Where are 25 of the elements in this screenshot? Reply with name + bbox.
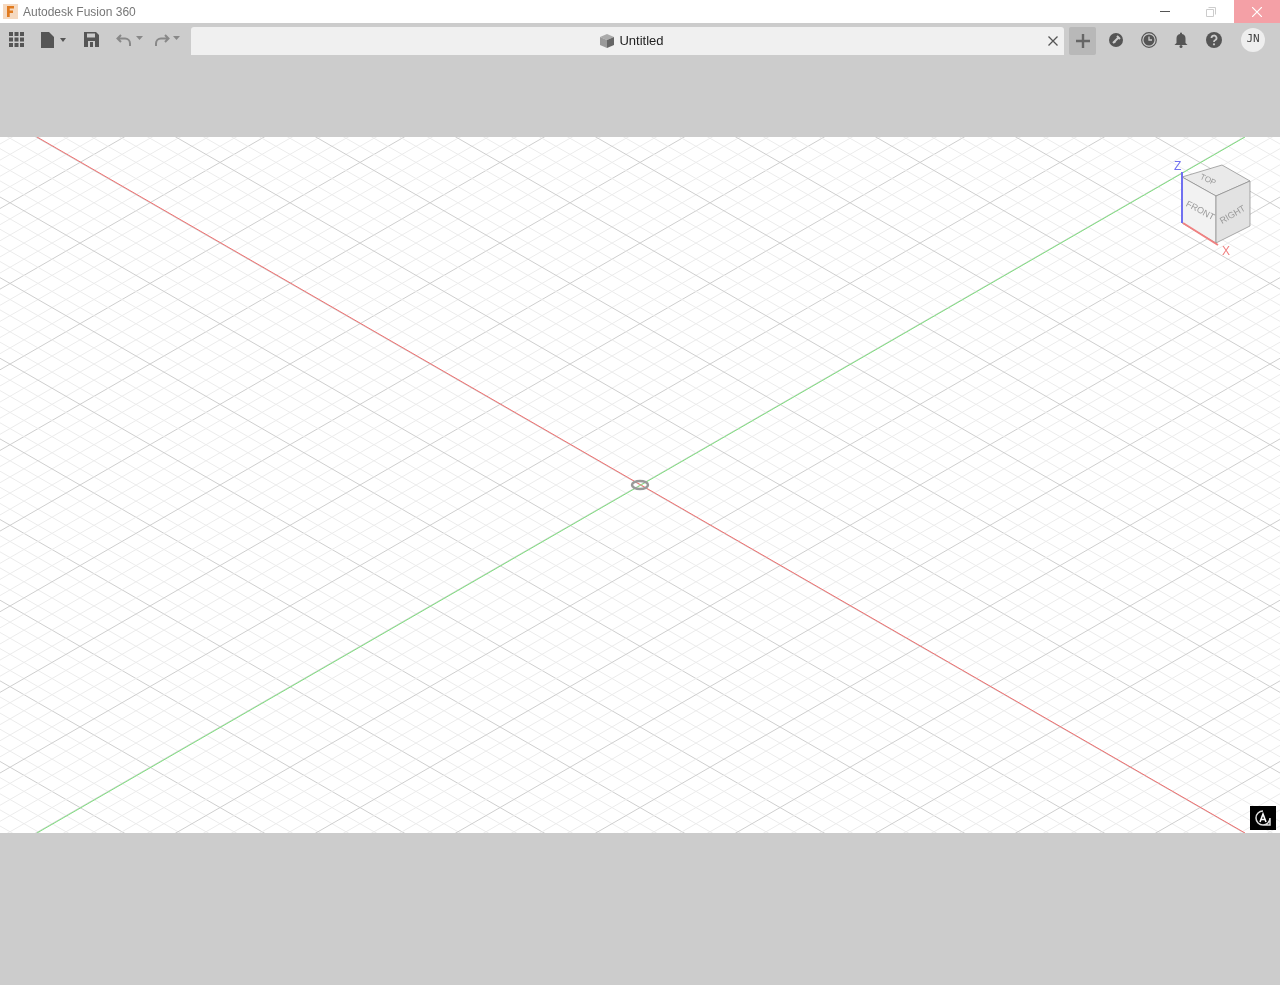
app-logo-icon (3, 4, 18, 19)
close-tab-icon[interactable] (1048, 36, 1058, 46)
history-icon[interactable] (1141, 31, 1157, 48)
restore-icon (1206, 6, 1216, 17)
tab-title: Untitled (619, 32, 664, 51)
app-grid-icon[interactable] (9, 32, 24, 47)
view-cube[interactable] (1181, 164, 1251, 244)
z-axis-line (1181, 171, 1183, 224)
help-icon[interactable] (1206, 31, 1222, 48)
cube-face-label: TOP (1198, 172, 1218, 188)
new-tab-button[interactable] (1069, 27, 1096, 55)
origin-icon (630, 479, 650, 491)
file-icon[interactable] (41, 31, 69, 48)
document-tab[interactable]: Untitled (191, 27, 1064, 55)
window-title: Autodesk Fusion 360 (23, 3, 136, 21)
minimize-icon (1160, 10, 1170, 13)
save-icon[interactable] (84, 32, 99, 47)
axis-label: X (1222, 244, 1230, 257)
x-axis-line (1182, 222, 1219, 246)
axis-label: Z (1174, 159, 1182, 173)
plus-icon (1075, 34, 1090, 48)
box-icon (599, 33, 616, 49)
close-icon (1252, 6, 1262, 17)
notification-bell-icon[interactable] (1174, 31, 1188, 48)
user-avatar[interactable]: JN (1241, 27, 1265, 52)
